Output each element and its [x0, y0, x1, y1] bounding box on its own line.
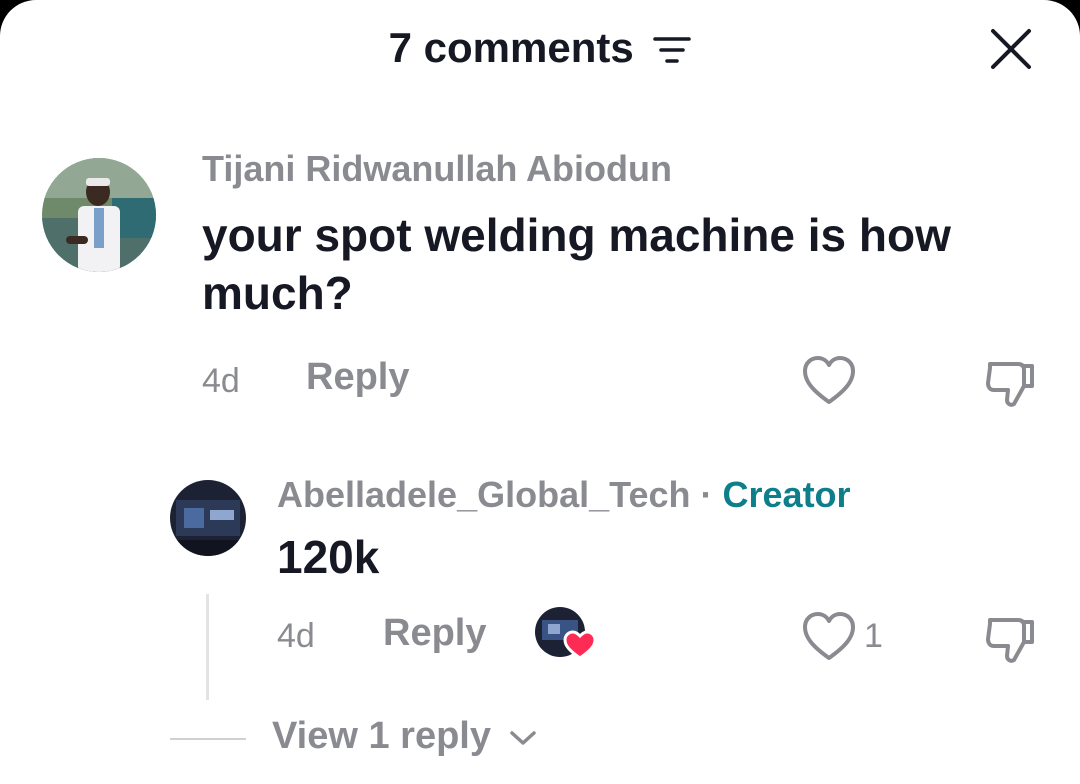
chevron-down-icon: [509, 731, 536, 745]
sort-icon[interactable]: [653, 27, 692, 75]
thumbs-down-icon[interactable]: [984, 612, 1038, 671]
like-count: 1: [864, 617, 883, 655]
comment-author[interactable]: Tijani Ridwanullah Abiodun: [202, 148, 672, 190]
avatar[interactable]: [42, 158, 156, 272]
reply-author[interactable]: Abelladele_Global_Tech: [277, 474, 690, 515]
heart-outline-icon[interactable]: [802, 612, 856, 667]
comments-header: 7 comments: [0, 24, 1080, 75]
comment-time: 4d: [202, 362, 240, 400]
reply-time: 4d: [277, 617, 315, 655]
comment-text: your spot welding machine is how much?: [202, 209, 951, 319]
comments-count-title: 7 comments: [388, 24, 634, 71]
comments-sheet: 7 comments Tijani Ridwanullah Abiodun yo…: [0, 0, 1080, 784]
thread-line: [206, 594, 209, 700]
reply-author-line: Abelladele_Global_Tech · Creator: [277, 474, 851, 516]
view-replies-label: View 1 reply: [272, 715, 491, 757]
view-replies-button[interactable]: View 1 reply: [272, 715, 538, 758]
creator-badge: Creator: [722, 474, 851, 515]
close-icon[interactable]: [988, 26, 1034, 72]
separator-dot: ·: [700, 474, 713, 515]
creator-liked-heart-icon: [534, 606, 598, 665]
view-replies-divider: [170, 738, 246, 740]
heart-outline-icon[interactable]: [802, 356, 856, 411]
avatar[interactable]: [170, 480, 246, 556]
thumbs-down-icon[interactable]: [984, 356, 1038, 415]
reply-text: 120k: [277, 531, 380, 583]
reply-button[interactable]: Reply: [306, 356, 409, 399]
reply-button[interactable]: Reply: [383, 612, 486, 655]
